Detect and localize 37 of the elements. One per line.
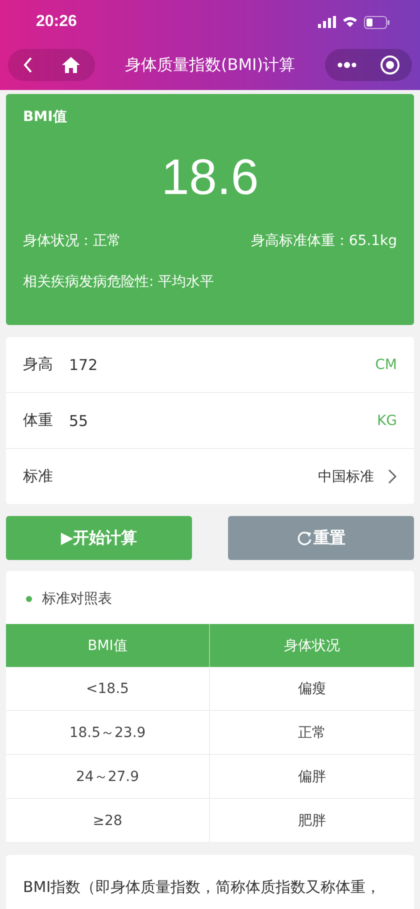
signal-icon — [318, 16, 336, 28]
table-title: 标准对照表 — [42, 590, 112, 608]
standard-weight-text: 身高标准体重：65.1kg — [250, 232, 397, 250]
column-header: BMI值 — [6, 624, 210, 667]
field-label: 体重 — [23, 411, 53, 430]
input-field[interactable]: 172 — [69, 356, 376, 374]
input-field[interactable]: 55 — [69, 412, 377, 430]
result-label: BMI值 — [23, 108, 67, 126]
bmi-value: 18.6 — [161, 148, 259, 206]
table-cell: 偏胖 — [210, 755, 414, 799]
table-cell: 18.5～23.9 — [6, 711, 210, 755]
standard-select[interactable]: 中国标准 — [318, 468, 374, 486]
field-label: 身高 — [23, 355, 53, 374]
unit-label: CM — [375, 356, 397, 372]
home-icon — [62, 57, 80, 73]
wifi-icon — [342, 16, 358, 28]
bullet-dot — [26, 596, 32, 602]
chevron-icon — [388, 469, 397, 484]
table-cell: <18.5 — [6, 667, 210, 711]
risk-text: 相关疾病发病危险性: 平均水平 — [23, 273, 214, 291]
status-time: 20:26 — [36, 13, 77, 31]
page-title: 身体质量指数(BMI)计算 — [125, 54, 295, 76]
more-icon — [336, 62, 357, 68]
field-label: 标准 — [23, 467, 53, 486]
condition-text: 身体状况：正常 — [23, 232, 121, 250]
table-cell: 24～27.9 — [6, 755, 210, 799]
target-icon — [380, 55, 400, 75]
table-cell: 肥胖 — [210, 799, 414, 843]
table-cell: 正常 — [210, 711, 414, 755]
unit-label: KG — [376, 412, 397, 428]
description-text: BMI指数（即身体质量指数，简称体质指数又称体重， — [23, 878, 381, 896]
table-cell: 偏瘦 — [210, 667, 414, 711]
table-cell: ≥28 — [6, 799, 210, 843]
back-icon — [22, 57, 33, 73]
column-header: 身体状况 — [210, 624, 414, 667]
refresh-icon — [296, 530, 312, 546]
battery-icon — [364, 16, 390, 28]
